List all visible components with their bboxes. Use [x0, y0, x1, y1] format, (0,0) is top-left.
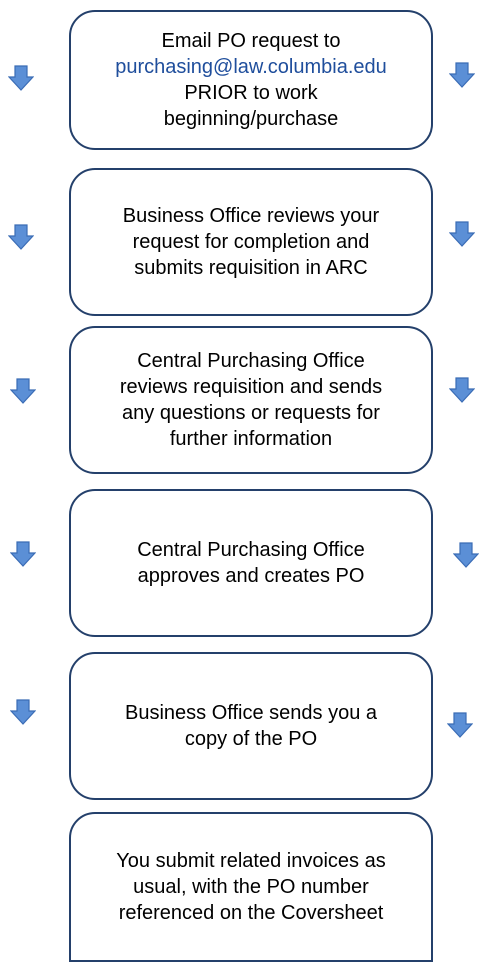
step-6-box: You submit related invoices as usual, wi… [69, 812, 433, 962]
step-1-box: Email PO request to purchasing@law.colum… [69, 10, 433, 150]
step-5-box: Business Office sends you a copy of the … [69, 652, 433, 800]
down-arrow-icon [453, 542, 479, 568]
step-3-line-1: Central Purchasing Office [137, 350, 365, 372]
step-5-line-1: Business Office sends you a [125, 702, 377, 724]
purchasing-email-link[interactable]: purchasing@law.columbia.edu [115, 54, 387, 80]
step-6-line-2: usual, with the PO number [133, 876, 369, 898]
step-2-line-3: submits requisition in ARC [134, 257, 368, 279]
step-1-line-3: PRIOR to work [184, 82, 318, 104]
step-3-line-2: reviews requisition and sends [119, 376, 383, 398]
step-3-line-3: any questions or requests for [122, 402, 380, 424]
step-2-line-2: request for completion and [132, 231, 370, 253]
step-2-box: Business Office reviews your request for… [69, 168, 433, 316]
down-arrow-icon [10, 699, 36, 725]
down-arrow-icon [8, 224, 34, 250]
step-4-line-1: Central Purchasing Office [137, 539, 365, 561]
down-arrow-icon [449, 62, 475, 88]
step-2-line-1: Business Office reviews your [122, 205, 380, 227]
down-arrow-icon [8, 65, 34, 91]
step-4-line-2: approves and creates PO [137, 565, 365, 587]
step-6-line-3: referenced on the Coversheet [118, 902, 384, 924]
step-1-line-4: beginning/purchase [163, 108, 339, 130]
down-arrow-icon [447, 712, 473, 738]
down-arrow-icon [449, 221, 475, 247]
step-3-line-4: further information [169, 428, 333, 450]
step-4-box: Central Purchasing Office approves and c… [69, 489, 433, 637]
down-arrow-icon [10, 541, 36, 567]
step-5-line-2: copy of the PO [184, 728, 318, 750]
step-1-line-1: Email PO request to [161, 30, 341, 52]
step-6-line-1: You submit related invoices as [116, 850, 386, 872]
step-3-box: Central Purchasing Office reviews requis… [69, 326, 433, 474]
down-arrow-icon [10, 378, 36, 404]
down-arrow-icon [449, 377, 475, 403]
